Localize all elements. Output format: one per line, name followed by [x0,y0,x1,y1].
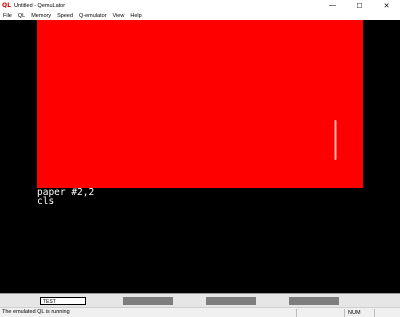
title-bar[interactable]: QL Untitled - QemuLator — ☐ ✕ [0,0,400,11]
drive-3-field[interactable] [206,297,256,305]
status-panel-blank [296,309,344,317]
close-button[interactable]: ✕ [373,0,400,11]
maximize-icon: ☐ [356,2,363,10]
menu-memory[interactable]: Memory [28,13,54,19]
num-lock-indicator: NUM [344,309,374,317]
close-icon: ✕ [383,2,390,10]
console-line-2: cls [37,196,55,207]
minimize-icon: — [329,2,336,9]
drive-slot-2[interactable] [118,297,173,305]
drive-slot-1[interactable]: TEST [35,297,86,305]
menu-bar: File QL Memory Speed Q-emulator View Hel… [0,11,400,20]
status-panel-blank-2 [374,309,400,317]
drive-bar: TEST [0,293,400,307]
drive-led-4 [284,298,287,304]
window-title: Untitled - QemuLator [14,2,66,9]
status-bar: The emulated QL is running NUM [0,307,400,317]
drive-1-field[interactable]: TEST [40,297,86,305]
drive-slot-4[interactable] [284,297,339,305]
minimize-button[interactable]: — [319,0,346,11]
status-message: The emulated QL is running [2,309,70,315]
menu-file[interactable]: File [0,13,15,19]
ql-app-icon: QL [2,2,11,9]
menu-q-emulator[interactable]: Q-emulator [76,13,110,19]
drive-led-1 [35,298,38,304]
emulator-screen[interactable]: paper #2,2 cls [0,20,400,288]
drive-led-2 [118,298,121,304]
window-controls: — ☐ ✕ [319,0,400,11]
drive-4-field[interactable] [289,297,339,305]
menu-view[interactable]: View [110,13,128,19]
drive-2-field[interactable] [123,297,173,305]
paper-area [37,20,363,188]
drive-slot-3[interactable] [201,297,256,305]
menu-help[interactable]: Help [127,13,144,19]
menu-speed[interactable]: Speed [54,13,76,19]
menu-ql[interactable]: QL [15,13,28,19]
screen-glint [334,120,337,160]
maximize-button[interactable]: ☐ [346,0,373,11]
drive-led-3 [201,298,204,304]
